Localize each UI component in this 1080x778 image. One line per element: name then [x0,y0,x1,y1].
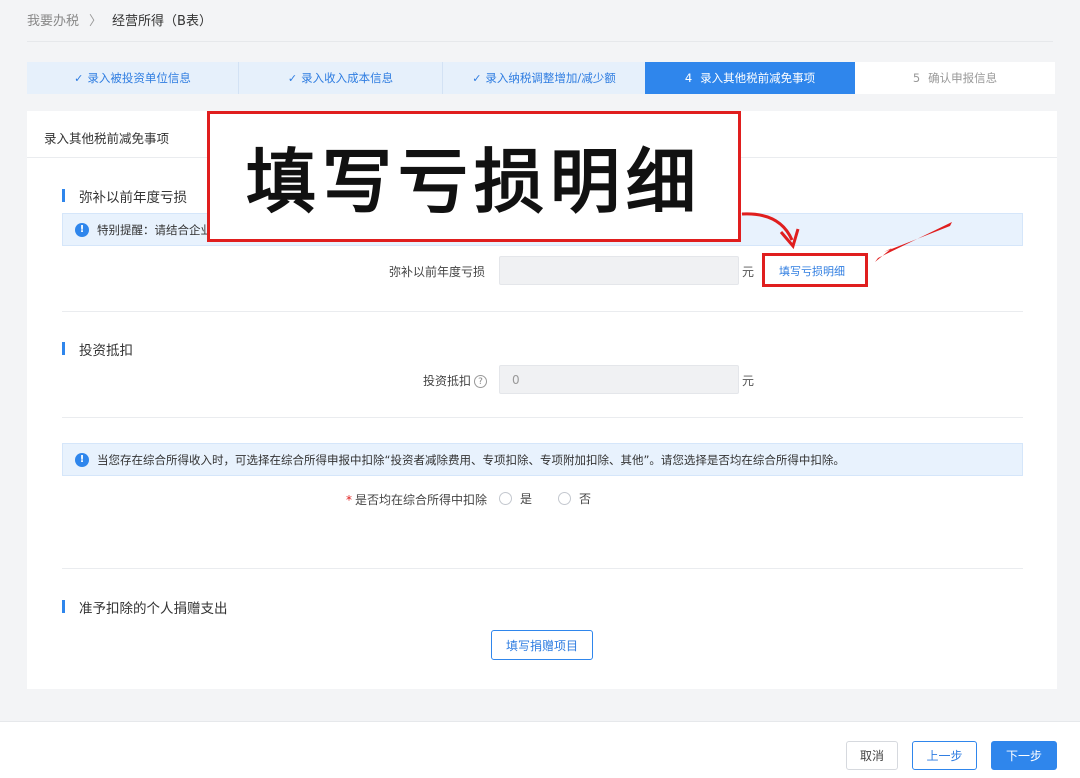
section-title-investment: 投资抵扣 [62,339,133,359]
step-2[interactable]: ✓ 录入收入成本信息 [238,62,442,94]
section-divider [62,311,1023,312]
help-icon[interactable]: ? [474,375,487,388]
radio-circle-icon [558,492,571,505]
breadcrumb: 我要办税 〉 经营所得（B表） [27,9,212,29]
loss-field-label: 弥补以前年度亏损 [388,265,485,279]
step-number: 4 [684,71,693,85]
annotation-highlight-box [762,253,868,287]
loss-unit: 元 [742,265,755,279]
section-divider [62,568,1023,569]
previous-step-button[interactable]: 上一步 [912,741,977,770]
section-divider [62,417,1023,418]
annotation-callout-text: 填写亏损明细 [246,141,702,223]
info-icon: ! [75,222,89,237]
breadcrumb-separator-icon: 〉 [89,13,103,29]
step-progress-bar: ✓ 录入被投资单位信息 ✓ 录入收入成本信息 ✓ 录入纳税调整增加/减少额 4 … [27,62,1055,94]
combined-income-question: * 是否均在综合所得中扣除 [307,491,487,508]
header-divider [27,41,1053,42]
required-mark: * [345,493,352,507]
combined-income-notice-text: 当您存在综合所得收入时，可选择在综合所得申报中扣除“投资者减除费用、专项扣除、专… [97,452,845,467]
radio-circle-icon [499,492,512,505]
annotation-callout: 填写亏损明细 [207,111,741,242]
check-icon: ✓ [287,71,298,85]
next-step-button[interactable]: 下一步 [991,741,1057,770]
step-label: 录入收入成本信息 [301,71,394,85]
loss-amount-input[interactable] [499,256,739,285]
step-3[interactable]: ✓ 录入纳税调整增加/减少额 [442,62,645,94]
section-title-loss: 弥补以前年度亏损 [62,186,187,206]
investment-field-label: 投资抵扣? [387,372,487,389]
step-label: 录入纳税调整增加/减少额 [485,71,616,85]
step-label: 确认申报信息 [928,71,998,85]
step-number: 5 [912,71,921,85]
investment-label-text: 投资抵扣 [422,374,471,388]
check-icon: ✓ [472,71,482,85]
step-5: 5 确认申报信息 [855,62,1055,94]
info-icon: ! [75,452,89,467]
radio-no-label: 否 [579,492,592,506]
footer-bar: 取消 上一步 下一步 [0,721,1080,778]
cancel-button[interactable]: 取消 [846,741,898,770]
breadcrumb-home-link[interactable]: 我要办税 [27,10,79,29]
combined-income-notice: ! 当您存在综合所得收入时，可选择在综合所得申报中扣除“投资者减除费用、专项扣除… [62,443,1023,476]
radio-no[interactable]: 否 [558,490,591,507]
breadcrumb-current: 经营所得（B表） [112,13,212,29]
fill-donation-button[interactable]: 填写捐赠项目 [491,630,593,660]
check-icon: ✓ [74,71,84,85]
investment-unit: 元 [742,374,755,388]
step-label: 录入其他税前减免事项 [700,71,816,85]
step-label: 录入被投资单位信息 [87,71,191,85]
loss-notice-text: 特别提醒：请结合企业 [97,222,212,237]
radio-yes[interactable]: 是 [499,490,532,507]
combined-income-question-text: 是否均在综合所得中扣除 [354,493,487,507]
step-4: 4 录入其他税前减免事项 [645,62,868,94]
step-1[interactable]: ✓ 录入被投资单位信息 [27,62,238,94]
investment-deduction-input[interactable]: 0 [499,365,739,394]
radio-yes-label: 是 [520,492,533,506]
section-title-donation: 准予扣除的个人捐赠支出 [62,597,228,617]
card-title: 录入其他税前减免事项 [44,131,170,146]
